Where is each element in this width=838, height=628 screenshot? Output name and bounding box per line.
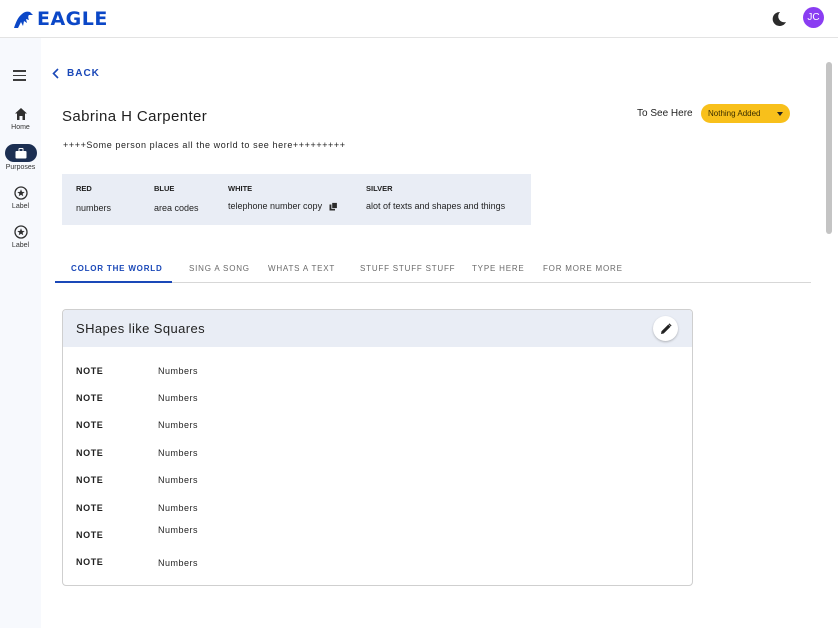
sidebar-item-home[interactable]: Home: [0, 106, 41, 131]
info-value: area codes: [154, 203, 199, 213]
sidebar-item-label: Home: [11, 124, 30, 131]
info-header: SILVER: [366, 184, 393, 193]
eagle-logo[interactable]: EAGLE: [12, 8, 108, 30]
row-value: Numbers: [158, 366, 199, 376]
sidebar-item-label: Label: [11, 242, 30, 249]
logo-text: EAGLE: [37, 8, 108, 30]
top-app-bar: EAGLE JC: [0, 0, 838, 38]
info-value: alot of texts and shapes and things: [366, 201, 506, 211]
info-value: telephone number copy: [228, 201, 323, 211]
scrollbar-thumb[interactable]: [826, 62, 832, 234]
chevron-left-icon: [52, 68, 59, 79]
row-value: Numbers: [158, 393, 199, 403]
row-label: NOTE: [76, 366, 104, 376]
tab-color-the-world[interactable]: COLOR THE WORLD: [71, 264, 163, 273]
dark-mode-moon-icon[interactable]: [770, 10, 788, 28]
card-header: SHapes like Squares: [63, 310, 692, 347]
info-header: RED: [76, 184, 92, 193]
sidebar-item-label-2[interactable]: Label: [0, 224, 41, 249]
copy-icon[interactable]: [329, 201, 338, 211]
info-panel: RED numbers BLUE area codes WHITE teleph…: [62, 174, 531, 225]
eagle-icon: [14, 11, 33, 28]
row-value: Numbers: [158, 558, 199, 568]
pencil-icon: [660, 322, 672, 334]
menu-icon[interactable]: [13, 70, 26, 84]
row-label: NOTE: [76, 448, 104, 458]
info-value-row: telephone number copy: [228, 201, 338, 211]
info-column-white: WHITE telephone number copy: [228, 184, 338, 211]
person-name: Sabrina H Carpenter: [62, 108, 208, 125]
row-label: NOTE: [76, 557, 104, 567]
details-card: SHapes like Squares NOTE Numbers NOTE Nu…: [62, 309, 693, 586]
star-icon: [0, 185, 41, 201]
star-icon: [0, 224, 41, 240]
card-title: SHapes like Squares: [76, 321, 205, 336]
tab-for-more-more[interactable]: FOR MORE MORE: [543, 264, 623, 273]
dropdown-value: Nothing Added: [708, 109, 761, 118]
tab-sing-a-song[interactable]: SING A SONG: [189, 264, 250, 273]
info-column-silver: SILVER alot of texts and shapes and thin…: [366, 184, 505, 211]
status-dropdown[interactable]: Nothing Added: [701, 104, 790, 123]
sidebar-item-label: Purposes: [5, 164, 36, 171]
tab-whats-a-text[interactable]: WHATS A TEXT: [268, 264, 335, 273]
info-column-red: RED numbers: [76, 184, 111, 213]
row-label: NOTE: [76, 393, 104, 403]
home-icon: [0, 106, 41, 122]
row-label: NOTE: [76, 503, 104, 513]
row-label: NOTE: [76, 475, 104, 485]
sidebar-item-label: Label: [11, 203, 30, 210]
tab-type-here[interactable]: TYPE HERE: [472, 264, 525, 273]
tab-bar: COLOR THE WORLD SING A SONG WHATS A TEXT…: [55, 258, 811, 283]
sidebar-item-purposes[interactable]: Purposes: [0, 144, 41, 171]
row-value: Numbers: [158, 525, 199, 535]
active-tab-indicator: [55, 281, 172, 283]
briefcase-icon: [4, 144, 37, 162]
back-button[interactable]: BACK: [52, 68, 100, 79]
person-description: ++++Some person places all the world to …: [63, 140, 346, 150]
row-value: Numbers: [158, 503, 199, 513]
row-value: Numbers: [158, 420, 199, 430]
edit-button[interactable]: [653, 316, 678, 341]
back-label: BACK: [67, 68, 100, 79]
row-value: Numbers: [158, 475, 199, 485]
tab-stuff-stuff-stuff[interactable]: STUFF STUFF STUFF: [360, 264, 455, 273]
sidebar-item-label-1[interactable]: Label: [0, 185, 41, 210]
info-column-blue: BLUE area codes: [154, 184, 199, 213]
see-here-label: To See Here: [637, 108, 693, 119]
row-label: NOTE: [76, 420, 104, 430]
user-avatar[interactable]: JC: [803, 7, 824, 28]
info-value: numbers: [76, 203, 112, 213]
sidebar: Home Purposes Label Label: [0, 38, 41, 628]
info-header: BLUE: [154, 184, 175, 193]
row-value: Numbers: [158, 448, 199, 458]
info-header: WHITE: [228, 184, 253, 193]
row-label: NOTE: [76, 530, 104, 540]
caret-down-icon: [777, 112, 783, 116]
